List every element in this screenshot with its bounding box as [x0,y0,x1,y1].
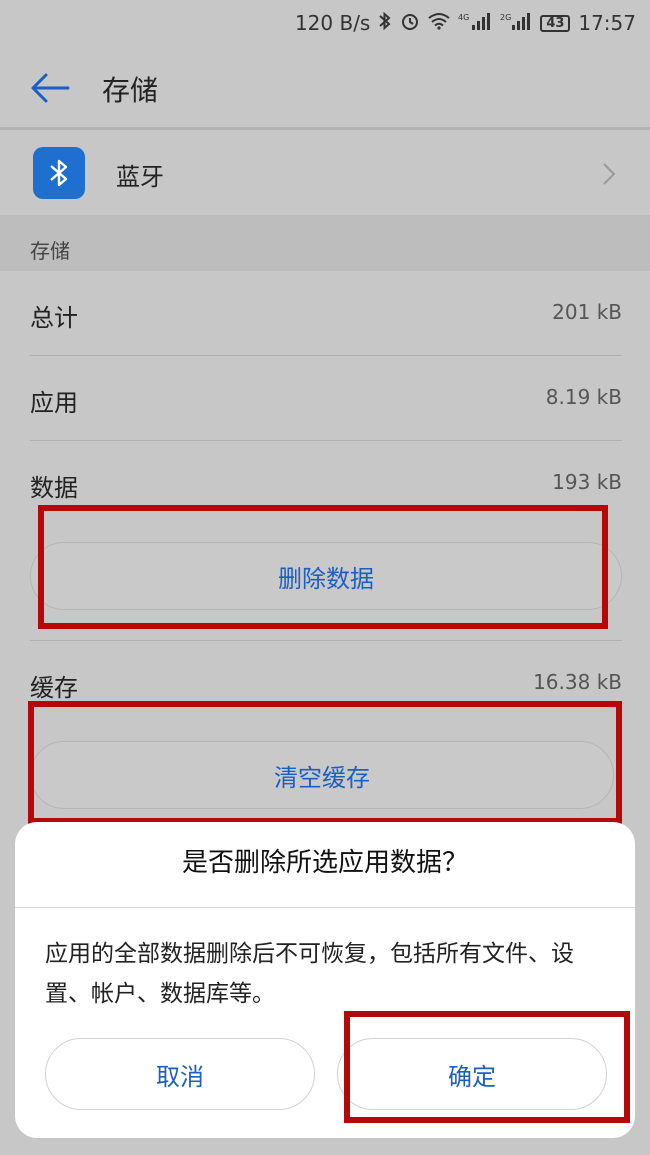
chevron-right-icon [600,161,618,187]
bluetooth-icon [378,11,392,35]
battery-indicator: 43 [540,14,571,32]
divider [30,640,622,641]
total-row: 总计 201 kB [30,272,622,356]
data-label: 数据 [30,474,78,502]
section-label: 存储 [30,239,70,263]
page-title: 存储 [102,74,159,107]
app-size-label: 应用 [30,389,78,417]
divider [30,355,622,356]
app-size-row: 应用 8.19 kB [30,357,622,441]
network-speed: 120 B/s [294,11,371,35]
app-info-row[interactable]: 蓝牙 [0,131,650,215]
app-size-value: 8.19 kB [545,385,622,409]
cellular-signal-icon: 4G [458,11,492,35]
signal2-label: 2G [500,13,511,22]
wifi-icon [428,12,450,34]
cache-label: 缓存 [30,674,78,702]
cellular-signal-2-icon: 2G [500,11,532,35]
highlight-box [28,701,622,824]
divider [30,440,622,441]
clock: 17:57 [578,11,636,35]
dialog-title: 是否删除所选应用数据？ [181,848,468,878]
storage-section-header: 存储 [0,215,650,271]
back-arrow-icon[interactable] [30,72,70,104]
data-value: 193 kB [552,470,622,494]
total-value: 201 kB [552,300,622,324]
app-bar: 存储 [0,46,650,130]
total-label: 总计 [30,304,78,332]
status-bar: 120 B/s 4G 2G 43 17:57 [0,0,650,46]
signal1-label: 4G [458,13,469,22]
bluetooth-icon [33,147,85,199]
dialog-divider [15,907,635,908]
cache-value: 16.38 kB [533,670,622,694]
dialog-message: 应用的全部数据删除后不可恢复，包括所有文件、设置、帐户、数据库等。 [45,941,574,1007]
alarm-icon [400,11,420,35]
highlight-box [344,1011,630,1123]
app-name: 蓝牙 [116,163,164,191]
highlight-box [38,505,608,629]
cancel-button[interactable]: 取消 [45,1038,315,1110]
